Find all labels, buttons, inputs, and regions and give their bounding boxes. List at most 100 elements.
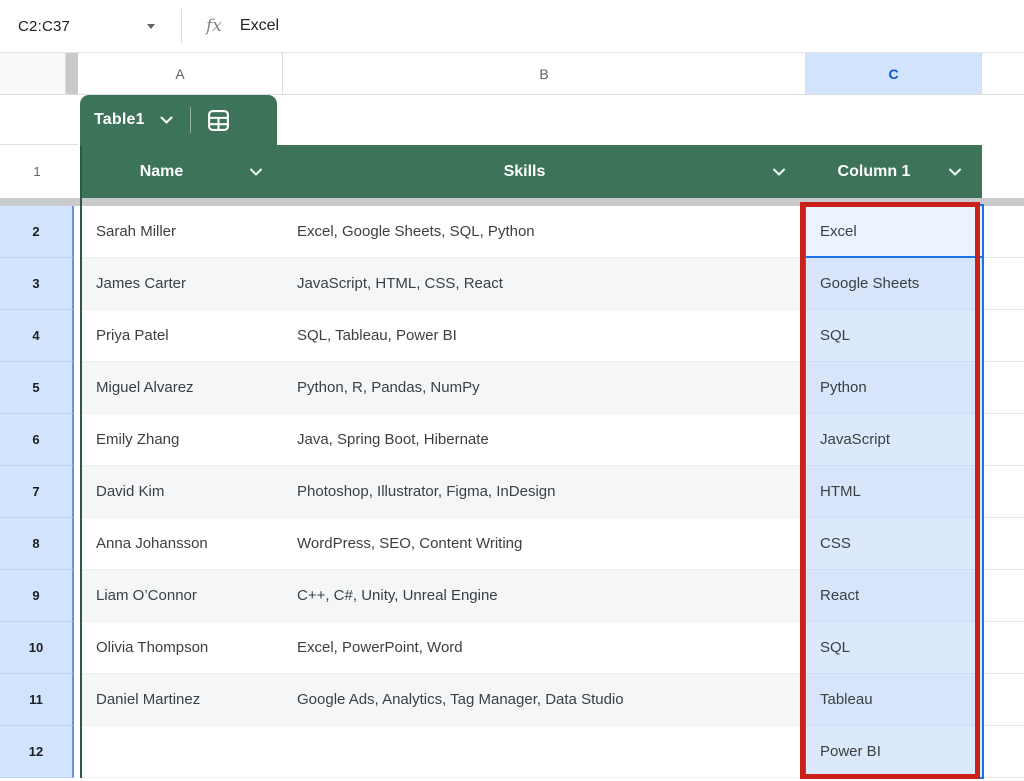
cell-name[interactable]: Sarah Miller [80,206,283,258]
cell-skills[interactable]: Python, R, Pandas, NumPy [283,362,806,414]
row-header[interactable]: 3 [0,258,74,310]
cell-skills[interactable]: Photoshop, Illustrator, Figma, InDesign [283,466,806,518]
table-chip[interactable]: Table1 [80,95,277,145]
row-number: 3 [32,276,39,291]
cell-skills-text: Google Ads, Analytics, Tag Manager, Data… [297,691,624,708]
cell-name[interactable]: Daniel Martinez [80,674,283,726]
cell-column1[interactable]: HTML [806,466,982,518]
table-column-name[interactable]: Name [80,145,283,198]
cell-name[interactable]: Anna Johansson [80,518,283,570]
column-header-b[interactable]: B [283,53,806,94]
row-header[interactable]: 5 [0,362,74,414]
cell-skills[interactable]: SQL, Tableau, Power BI [283,310,806,362]
divider [181,9,182,43]
cell-skills[interactable]: JavaScript, HTML, CSS, React [283,258,806,310]
cell-name-text: Daniel Martinez [96,691,200,708]
cell-empty[interactable] [982,674,1024,726]
cell-column1[interactable]: JavaScript [806,414,982,466]
cell-column1[interactable]: SQL [806,310,982,362]
cell-name[interactable]: James Carter [80,258,283,310]
cell-name-text: James Carter [96,275,186,292]
cell-column1[interactable]: SQL [806,622,982,674]
cell-name[interactable]: Miguel Alvarez [80,362,283,414]
row-number: 8 [32,536,39,551]
cell-column1[interactable]: React [806,570,982,622]
cell-name-text: Olivia Thompson [96,639,208,656]
cell-empty[interactable] [982,518,1024,570]
caret-down-icon[interactable] [147,24,155,29]
row-header[interactable]: 8 [0,518,74,570]
cell-name[interactable]: Liam O’Connor [80,570,283,622]
cell-empty[interactable] [982,362,1024,414]
table-header-row: 1 Name Skills Column 1 [0,145,1024,198]
cell-skills-text: SQL, Tableau, Power BI [297,327,457,344]
cell-empty[interactable] [982,258,1024,310]
cell-empty[interactable] [982,726,1024,778]
cell-column1[interactable]: Python [806,362,982,414]
table-icon[interactable] [207,109,230,132]
column-header-c-selected[interactable]: C [806,53,982,94]
row-header[interactable]: 12 [0,726,74,778]
cell-column1[interactable]: CSS [806,518,982,570]
table-column-skills[interactable]: Skills [283,145,806,198]
row-header[interactable]: 6 [0,414,74,466]
cell-skills[interactable]: C++, C#, Unity, Unreal Engine [283,570,806,622]
name-box[interactable]: C2:C37 [0,0,181,52]
cell-skills[interactable]: Excel, PowerPoint, Word [283,622,806,674]
cell-column1[interactable]: Power BI [806,726,982,778]
cell-empty[interactable] [982,622,1024,674]
row-number: 2 [32,224,39,239]
cell-empty[interactable] [982,466,1024,518]
frozen-row-divider[interactable] [0,198,1024,206]
row-number: 10 [29,640,43,655]
cell-skills-text: Python, R, Pandas, NumPy [297,379,480,396]
select-all-corner[interactable] [0,53,66,94]
column-header-d-partial[interactable] [982,53,1024,94]
cell-name[interactable]: David Kim [80,466,283,518]
column-menu-icon[interactable] [772,167,786,176]
cell-column1-text: Python [820,379,867,396]
sheet-row: 5 Miguel Alvarez Python, R, Pandas, NumP… [0,362,1024,414]
row-header[interactable]: 7 [0,466,74,518]
row-header[interactable]: 10 [0,622,74,674]
table-chip-band: Table1 [0,95,1024,145]
row-header[interactable]: 2 [0,206,74,258]
cell-d1[interactable] [982,145,1024,198]
cell-name-text: Liam O’Connor [96,587,197,604]
cell-column1[interactable]: Excel [806,206,982,258]
column-header-a[interactable]: A [78,53,283,94]
cell-skills[interactable] [283,726,806,778]
cell-column1[interactable]: Google Sheets [806,258,982,310]
table-column-column1[interactable]: Column 1 [806,145,982,198]
cell-skills-text: Excel, PowerPoint, Word [297,639,463,656]
formula-input[interactable]: Excel [240,17,279,35]
cell-name[interactable]: Olivia Thompson [80,622,283,674]
cell-empty[interactable] [982,310,1024,362]
cell-skills[interactable]: Java, Spring Boot, Hibernate [283,414,806,466]
cell-column1-text: JavaScript [820,431,890,448]
row-number: 7 [32,484,39,499]
row-header-1[interactable]: 1 [0,145,74,198]
chevron-down-icon[interactable] [159,115,174,125]
cell-skills-text: C++, C#, Unity, Unreal Engine [297,587,498,604]
cell-skills[interactable]: WordPress, SEO, Content Writing [283,518,806,570]
row-header[interactable]: 11 [0,674,74,726]
cell-column1[interactable]: Tableau [806,674,982,726]
cell-empty[interactable] [982,206,1024,258]
row-header[interactable]: 4 [0,310,74,362]
cell-empty[interactable] [982,570,1024,622]
sheet-row: 6 Emily Zhang Java, Spring Boot, Hiberna… [0,414,1024,466]
cell-empty[interactable] [982,414,1024,466]
column-menu-icon[interactable] [948,167,962,176]
sheet-row: 11 Daniel Martinez Google Ads, Analytics… [0,674,1024,726]
row-number: 6 [32,432,39,447]
cell-skills[interactable]: Google Ads, Analytics, Tag Manager, Data… [283,674,806,726]
cell-skills[interactable]: Excel, Google Sheets, SQL, Python [283,206,806,258]
column-menu-icon[interactable] [249,167,263,176]
row-header[interactable]: 9 [0,570,74,622]
row-number: 9 [32,588,39,603]
cell-name[interactable]: Emily Zhang [80,414,283,466]
table-column-skills-label: Skills [504,163,546,181]
cell-name[interactable] [80,726,283,778]
cell-name[interactable]: Priya Patel [80,310,283,362]
